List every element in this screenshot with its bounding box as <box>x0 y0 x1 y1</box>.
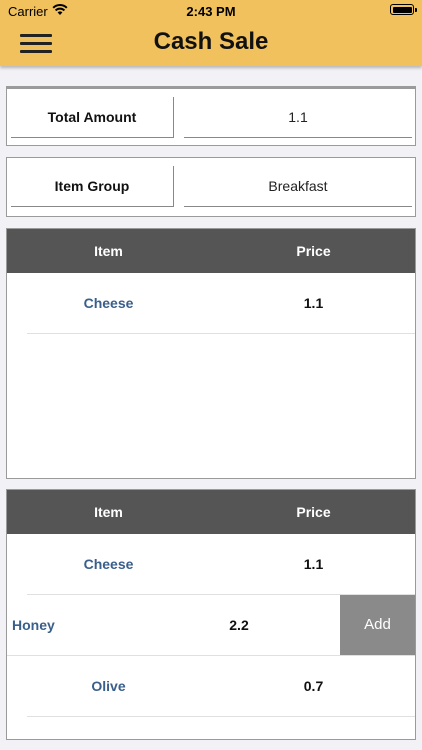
add-button[interactable]: Add <box>340 595 415 655</box>
cart-header-price: Price <box>296 243 331 259</box>
item-price: 0.7 <box>303 678 324 694</box>
item-name: Olive <box>91 678 126 694</box>
table-row[interactable]: Olive 0.7 <box>7 656 415 717</box>
battery-icon <box>390 4 417 15</box>
clock-label: 2:43 PM <box>186 4 236 19</box>
items-table: Item Price Cheese 1.1 Honey 2.2 Add Oliv… <box>6 489 416 740</box>
cart-table-header: Item Price <box>7 229 415 273</box>
item-price: 1.1 <box>303 556 324 572</box>
status-bar: Carrier 2:43 PM <box>0 0 422 22</box>
page-title: Cash Sale <box>153 28 269 55</box>
table-row[interactable]: Honey 2.2 Add <box>7 595 415 656</box>
item-name: Cheese <box>83 556 134 572</box>
total-amount-box: Total Amount 1.1 <box>6 86 416 146</box>
item-name: Honey <box>12 617 55 633</box>
items-header-item: Item <box>94 504 123 520</box>
item-group-label: Item Group <box>11 166 174 207</box>
items-table-header: Item Price <box>7 490 415 534</box>
row-divider <box>27 716 415 717</box>
item-group-box: Item Group Breakfast <box>6 157 416 217</box>
table-row[interactable]: Cheese 1.1 <box>7 273 415 334</box>
header-bar: Carrier 2:43 PM Cash Sale <box>0 0 422 66</box>
table-row[interactable]: Cheese 1.1 <box>7 534 415 595</box>
row-divider <box>27 333 415 334</box>
item-group-value[interactable]: Breakfast <box>184 166 412 207</box>
total-amount-value: 1.1 <box>184 97 412 138</box>
cart-header-item: Item <box>94 243 123 259</box>
total-amount-label: Total Amount <box>11 97 174 138</box>
items-header-price: Price <box>296 504 331 520</box>
cart-item-price: 1.1 <box>303 295 324 311</box>
cart-item-name: Cheese <box>83 295 134 311</box>
cart-table: Item Price Cheese 1.1 <box>6 228 416 479</box>
